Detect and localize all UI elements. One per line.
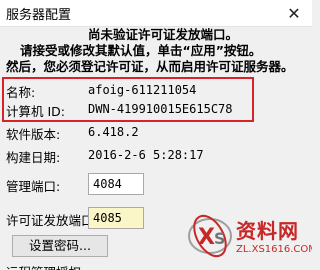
- title-bar: 服务器配置 ✕: [0, 0, 312, 27]
- xs-logo-icon: X S: [188, 214, 232, 258]
- watermark-url: ZL.XS1616.COM: [236, 244, 312, 255]
- notice-line-3: 然后，您必须登记许可证，从而启用许可证服务器。: [6, 59, 294, 74]
- license-port-input[interactable]: 4085: [88, 207, 144, 229]
- admin-port-input[interactable]: 4084: [88, 173, 144, 195]
- build-date-value: 2016-2-6 5:28:17: [88, 148, 204, 162]
- svg-text:S: S: [214, 229, 226, 248]
- svg-text:X: X: [198, 225, 215, 250]
- name-value: afoig-611211054: [88, 83, 197, 97]
- build-date-label: 构建日期:: [6, 150, 61, 165]
- watermark-brand: 资料网: [236, 219, 299, 243]
- admin-port-label: 管理端口:: [6, 179, 61, 194]
- software-version-label: 软件版本:: [6, 127, 61, 142]
- name-label: 名称:: [6, 85, 36, 100]
- notice-line-2: 请接受或修改其默认值，单击“应用”按钮。: [20, 43, 262, 58]
- license-port-label: 许可证发放端口:: [6, 213, 98, 228]
- computer-id-label: 计算机 ID:: [6, 104, 65, 119]
- window-title: 服务器配置: [6, 8, 72, 23]
- software-version-value: 6.418.2: [88, 125, 139, 139]
- computer-id-value: DWN-419910015E615C78: [88, 102, 233, 116]
- site-watermark: X S 资料网 ZL.XS1616.COM: [184, 206, 312, 270]
- server-config-window: 服务器配置 ✕ 尚未验证许可证发放端口。 请接受或修改其默认值，单击“应用”按钮…: [0, 0, 312, 270]
- notice-line-1: 尚未验证许可证发放端口。: [88, 27, 239, 42]
- remote-admin-label: 远程管理授权:: [6, 262, 85, 270]
- set-password-button[interactable]: 设置密码...: [12, 235, 108, 257]
- close-icon[interactable]: ✕: [276, 0, 312, 26]
